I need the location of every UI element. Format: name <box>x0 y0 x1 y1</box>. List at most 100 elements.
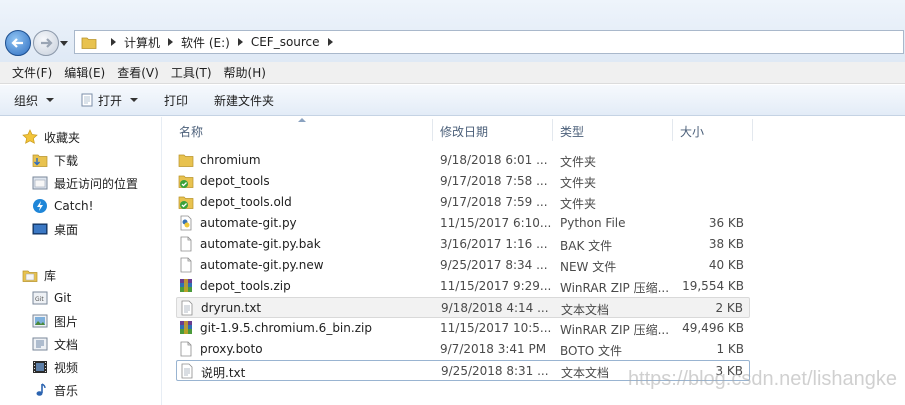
nav-downloads[interactable]: 下载 <box>32 149 78 171</box>
nav-desktop[interactable]: 桌面 <box>32 218 78 240</box>
new-folder-button[interactable]: 新建文件夹 <box>214 92 274 109</box>
file-date-modified: 9/17/2018 7:59 ... <box>440 195 548 209</box>
file-date-modified: 9/18/2018 6:01 ... <box>440 153 548 167</box>
downloads-folder-icon <box>32 152 48 168</box>
svg-text:Git: Git <box>35 296 44 303</box>
nav-libraries[interactable]: 库 <box>22 264 56 286</box>
nav-git[interactable]: Git Git <box>32 287 71 309</box>
print-label: 打印 <box>164 93 189 108</box>
file-date-modified: 9/25/2017 8:34 ... <box>440 258 548 272</box>
file-row[interactable]: automate-git.py.new 9/25/2017 8:34 ... NEW… <box>176 255 750 276</box>
breadcrumb-separator-icon[interactable] <box>168 38 174 46</box>
nav-recent-places-label: 最近访问的位置 <box>54 176 139 191</box>
breadcrumb-separator-icon[interactable] <box>327 38 333 46</box>
file-row[interactable]: chromium 9/18/2018 6:01 ... 文件夹 <box>176 150 750 171</box>
address-bar[interactable]: 计算机 软件 (E:) CEF_source <box>74 30 904 54</box>
column-date-modified[interactable]: 修改日期 <box>440 123 488 140</box>
nav-git-label: Git <box>54 291 72 305</box>
menu-edit[interactable]: 编辑(E) <box>58 64 111 81</box>
nav-videos[interactable]: 视频 <box>32 356 78 378</box>
text-file-icon <box>179 363 195 379</box>
nav-documents[interactable]: 文档 <box>32 333 78 355</box>
folder-icon <box>178 152 194 168</box>
open-button[interactable]: 打开 <box>80 92 139 109</box>
file-row[interactable]: automate-git.py 11/15/2017 6:10... Python … <box>176 213 750 234</box>
file-type: 文件夹 <box>560 176 597 190</box>
music-icon <box>32 382 48 398</box>
nav-downloads-label: 下载 <box>54 153 79 168</box>
nav-favorites-label: 收藏夹 <box>44 130 81 145</box>
column-size[interactable]: 大小 <box>680 123 704 140</box>
file-type: 文件夹 <box>560 197 597 211</box>
file-row[interactable]: git-1.9.5.chromium.6_bin.zip 11/15/2017 1… <box>176 318 750 339</box>
pictures-icon <box>32 313 48 329</box>
file-row[interactable]: depot_tools.old 9/17/2018 7:59 ... 文件夹 <box>176 192 750 213</box>
breadcrumb-cef-source[interactable]: CEF_source <box>251 35 320 49</box>
nav-favorites[interactable]: 收藏夹 <box>22 126 80 148</box>
nav-recent-places[interactable]: 最近访问的位置 <box>32 172 138 194</box>
breadcrumb-drive-e[interactable]: 软件 (E:) <box>181 34 230 51</box>
file-size: 40 KB <box>708 258 744 272</box>
recent-places-icon <box>32 175 48 191</box>
breadcrumb-separator-icon[interactable] <box>111 38 116 46</box>
file-name: depot_tools.zip <box>200 279 291 293</box>
file-name: 说明.txt <box>201 366 246 380</box>
print-button[interactable]: 打印 <box>164 92 188 109</box>
file-date-modified: 9/25/2018 8:31 ... <box>441 364 549 378</box>
folder-check-icon <box>178 194 194 210</box>
file-date-modified: 9/7/2018 3:41 PM <box>440 342 547 356</box>
watermark-text: https://blog.csdn.net/lishangke <box>627 368 897 390</box>
column-divider[interactable] <box>752 119 753 141</box>
nav-music[interactable]: 音乐 <box>32 379 78 401</box>
menu-tools[interactable]: 工具(T) <box>165 64 218 81</box>
file-row[interactable]: depot_tools 9/17/2018 7:58 ... 文件夹 <box>176 171 750 192</box>
file-type: 文本文档 <box>561 303 610 317</box>
blank-file-icon <box>178 341 194 357</box>
desktop-icon <box>32 221 48 237</box>
column-header-row: 名称 修改日期 类型 大小 <box>170 117 905 143</box>
address-area: 计算机 软件 (E:) CEF_source <box>0 0 905 62</box>
chevron-down-icon <box>130 98 139 102</box>
column-divider[interactable] <box>672 119 673 141</box>
file-type: Python File <box>560 216 626 230</box>
file-name: automate-git.py.new <box>200 258 324 272</box>
file-size: 2 KB <box>715 301 743 315</box>
file-type: 文件夹 <box>560 155 597 169</box>
file-date-modified: 11/15/2017 6:10... <box>440 216 552 230</box>
breadcrumb-computer[interactable]: 计算机 <box>124 34 160 51</box>
menu-bar: 文件(F) 编辑(E) 查看(V) 工具(T) 帮助(H) <box>0 62 905 84</box>
git-library-icon: Git <box>32 290 48 306</box>
file-row[interactable]: automate-git.py.bak 3/16/2017 1:16 ... BAK… <box>176 234 750 255</box>
file-date-modified: 9/18/2018 4:14 ... <box>441 301 549 315</box>
nav-pictures-label: 图片 <box>54 314 79 329</box>
text-file-icon <box>179 300 195 316</box>
file-row[interactable]: depot_tools.zip 11/15/2017 9:29... WinRAR … <box>176 276 750 297</box>
nav-videos-label: 视频 <box>54 360 79 375</box>
file-row[interactable]: proxy.boto 9/7/2018 3:41 PM BOTO 文件 1 KB <box>176 339 750 360</box>
command-bar: 组织 打开 打印 新建文件夹 <box>0 85 905 116</box>
nav-libraries-label: 库 <box>44 268 57 283</box>
nav-pictures[interactable]: 图片 <box>32 310 78 332</box>
menu-file[interactable]: 文件(F) <box>6 64 58 81</box>
column-type[interactable]: 类型 <box>560 123 584 140</box>
column-divider[interactable] <box>552 119 553 141</box>
nav-catch-label: Catch! <box>54 199 94 213</box>
back-button[interactable] <box>5 30 31 56</box>
menu-view[interactable]: 查看(V) <box>111 64 165 81</box>
column-divider[interactable] <box>432 119 433 141</box>
new-folder-label: 新建文件夹 <box>214 93 275 108</box>
file-row[interactable]: dryrun.txt 9/18/2018 4:14 ... 文本文档 2 KB <box>176 297 750 318</box>
recent-pages-dropdown-icon[interactable] <box>60 39 68 47</box>
file-date-modified: 3/16/2017 1:16 ... <box>440 237 548 251</box>
open-file-icon <box>81 93 93 107</box>
forward-button[interactable] <box>33 30 59 56</box>
column-name[interactable]: 名称 <box>179 123 203 140</box>
sort-ascending-icon <box>298 118 306 122</box>
nav-catch[interactable]: Catch! <box>32 195 93 217</box>
menu-help[interactable]: 帮助(H) <box>218 64 272 81</box>
file-list: 名称 修改日期 类型 大小 chromium 9/18/2018 6:01 ...… <box>170 117 905 405</box>
organize-button[interactable]: 组织 <box>14 92 55 109</box>
breadcrumb-separator-icon[interactable] <box>237 38 243 46</box>
file-date-modified: 11/15/2017 9:29... <box>440 279 552 293</box>
file-type: WinRAR ZIP 压缩... <box>560 281 670 295</box>
